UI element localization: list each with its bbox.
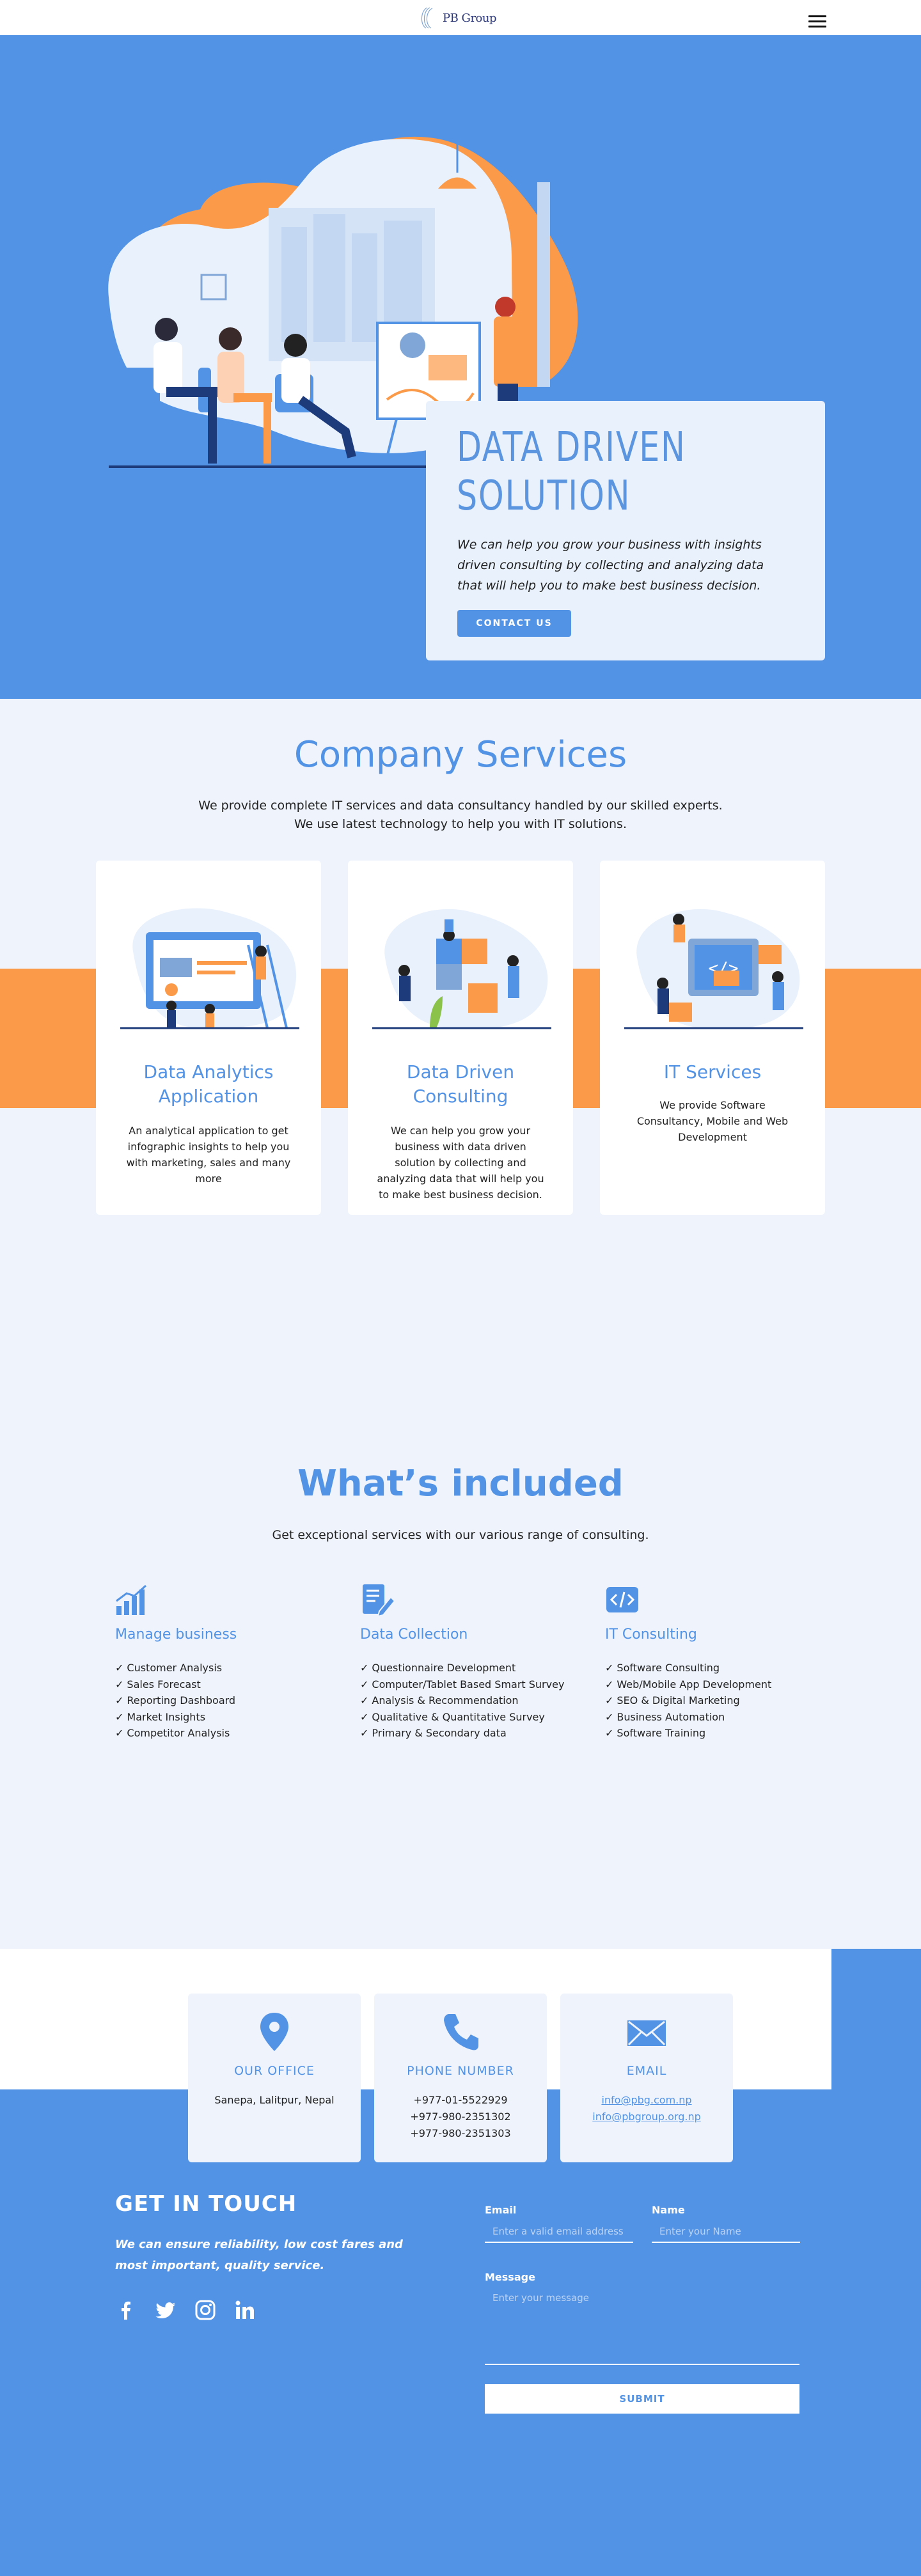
office-address: Sanepa, Lalitpur, Nepal bbox=[214, 2094, 335, 2106]
contact-card-email: EMAIL info@pbg.com.np info@pbgroup.org.n… bbox=[560, 1994, 733, 2162]
message-input[interactable] bbox=[485, 2292, 799, 2365]
list-item: Business Automation bbox=[605, 1709, 771, 1726]
hero-section: DATA DRIVEN SOLUTION We can help you gro… bbox=[0, 35, 921, 699]
site-header: PB Group bbox=[0, 0, 921, 35]
service-card-title: Data Analytics Application bbox=[143, 1061, 274, 1107]
name-input[interactable] bbox=[652, 2221, 800, 2243]
coding-illustration: </> bbox=[624, 909, 803, 1029]
email-link[interactable]: info@pbgroup.org.np bbox=[592, 2111, 701, 2123]
submit-button[interactable]: SUBMIT bbox=[485, 2384, 799, 2414]
column-title: IT Consulting bbox=[605, 1627, 697, 1643]
phone-icon bbox=[444, 2014, 478, 2050]
list-item: Qualitative & Quantitative Survey bbox=[360, 1709, 564, 1726]
list-item: Competitor Analysis bbox=[115, 1725, 235, 1742]
included-column-data: Data Collection Questionnaire Developmen… bbox=[360, 1583, 571, 1739]
contact-us-button[interactable]: CONTACT US bbox=[457, 610, 571, 637]
name-label: Name bbox=[652, 2204, 685, 2216]
list-item: Computer/Tablet Based Smart Survey bbox=[360, 1676, 564, 1693]
list-item: Questionnaire Development bbox=[360, 1660, 564, 1676]
feature-list: Software Consulting Web/Mobile App Devel… bbox=[605, 1660, 771, 1742]
logo[interactable]: PB Group bbox=[414, 4, 497, 32]
hero-description: We can help you grow your business with … bbox=[457, 538, 764, 593]
hero-card: DATA DRIVEN SOLUTION We can help you gro… bbox=[426, 401, 825, 660]
included-title: What’s included bbox=[297, 1463, 624, 1504]
list-item: Market Insights bbox=[115, 1709, 235, 1726]
list-item: Sales Forecast bbox=[115, 1676, 235, 1693]
contact-card-phone: PHONE NUMBER +977-01-5522929 +977-980-23… bbox=[374, 1994, 547, 2162]
service-card-title: IT Services bbox=[663, 1061, 762, 1082]
contact-card-title: EMAIL bbox=[626, 2064, 667, 2078]
service-card-analytics[interactable]: Data Analytics Application An analytical… bbox=[96, 861, 321, 1215]
bar-chart-icon bbox=[116, 1584, 146, 1615]
code-icon bbox=[606, 1587, 638, 1612]
service-card-it[interactable]: </> IT Services We provide Software Cons… bbox=[600, 861, 825, 1215]
envelope-icon bbox=[627, 2020, 666, 2046]
included-subtitle: Get exceptional services with our variou… bbox=[272, 1528, 649, 1542]
services-subtitle-1: We provide complete IT services and data… bbox=[198, 799, 723, 813]
service-card-title: Data Driven Consulting bbox=[406, 1061, 515, 1107]
linkedin-icon[interactable] bbox=[234, 2299, 256, 2321]
service-card-text: We provide Software Consultancy, Mobile … bbox=[636, 1099, 789, 1143]
email-input[interactable] bbox=[485, 2221, 633, 2243]
message-label: Message bbox=[485, 2271, 535, 2283]
instagram-icon[interactable] bbox=[194, 2299, 216, 2321]
list-item: Primary & Secondary data bbox=[360, 1725, 564, 1742]
get-in-touch-title: GET IN TOUCH bbox=[115, 2191, 297, 2217]
list-item: Analysis & Recommendation bbox=[360, 1692, 564, 1709]
column-title: Manage business bbox=[115, 1627, 237, 1643]
included-column-it: IT Consulting Software Consulting Web/Mo… bbox=[605, 1583, 816, 1739]
hamburger-menu-icon[interactable] bbox=[808, 15, 826, 31]
contact-card-office: OUR OFFICE Sanepa, Lalitpur, Nepal bbox=[188, 1994, 361, 2162]
list-item: SEO & Digital Marketing bbox=[605, 1692, 771, 1709]
hero-title: DATA DRIVEN SOLUTION bbox=[457, 424, 686, 520]
phone-number[interactable]: +977-01-5522929 bbox=[374, 2092, 547, 2109]
document-edit-icon bbox=[363, 1584, 396, 1618]
email-link[interactable]: info@pbg.com.np bbox=[601, 2094, 691, 2106]
list-item: Software Training bbox=[605, 1725, 771, 1742]
service-card-text: We can help you grow your business with … bbox=[377, 1125, 544, 1201]
logo-text: PB Group bbox=[443, 11, 497, 25]
services-subtitle-2: We use latest technology to help you wit… bbox=[294, 817, 627, 831]
phone-number[interactable]: +977-980-2351302 bbox=[374, 2109, 547, 2125]
service-card-text: An analytical application to get infogra… bbox=[126, 1125, 291, 1185]
included-column-manage: Manage business Customer Analysis Sales … bbox=[115, 1583, 326, 1739]
get-in-touch-text: We can ensure reliability, low cost fare… bbox=[115, 2238, 403, 2272]
list-item: Customer Analysis bbox=[115, 1660, 235, 1676]
puzzle-illustration bbox=[372, 909, 551, 1029]
logo-icon bbox=[421, 7, 433, 29]
list-item: Software Consulting bbox=[605, 1660, 771, 1676]
column-title: Data Collection bbox=[360, 1627, 468, 1643]
contact-card-title: PHONE NUMBER bbox=[407, 2064, 514, 2078]
twitter-icon[interactable] bbox=[155, 2299, 177, 2321]
list-item: Web/Mobile App Development bbox=[605, 1676, 771, 1693]
feature-list: Questionnaire Development Computer/Table… bbox=[360, 1660, 564, 1742]
service-card-consulting[interactable]: Data Driven Consulting We can help you g… bbox=[348, 861, 573, 1215]
facebook-icon[interactable] bbox=[115, 2299, 137, 2321]
contact-card-title: OUR OFFICE bbox=[234, 2064, 315, 2078]
feature-list: Customer Analysis Sales Forecast Reporti… bbox=[115, 1660, 235, 1742]
contact-backdrop-accent bbox=[831, 1949, 921, 2089]
location-pin-icon bbox=[260, 2013, 288, 2051]
list-item: Reporting Dashboard bbox=[115, 1692, 235, 1709]
analytics-illustration bbox=[120, 908, 299, 1029]
services-title: Company Services bbox=[294, 734, 627, 776]
email-label: Email bbox=[485, 2204, 517, 2216]
phone-number[interactable]: +977-980-2351303 bbox=[374, 2125, 547, 2142]
